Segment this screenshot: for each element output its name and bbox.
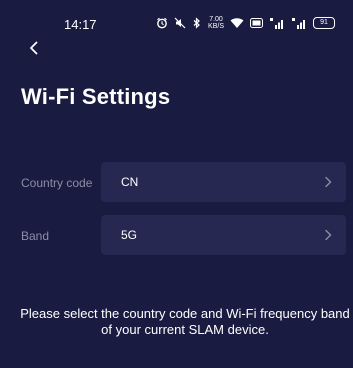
page-title: Wi-Fi Settings xyxy=(21,84,171,109)
country-code-value: CN xyxy=(121,175,139,189)
alarm-icon xyxy=(156,17,168,29)
hint-text: Please select the country code and Wi-Fi… xyxy=(20,306,350,337)
band-value: 5G xyxy=(121,228,138,242)
wifi-icon xyxy=(230,17,244,29)
network-speed: 7.00 KB/S xyxy=(208,16,224,30)
chevron-right-icon xyxy=(325,229,332,241)
band-label: Band xyxy=(21,229,50,243)
status-bar: 14:17 7.00 KB/S 91 xyxy=(0,0,353,38)
battery-indicator: 91 xyxy=(313,17,335,29)
signal-icon-2 xyxy=(291,17,307,29)
status-icons: 7.00 KB/S 91 xyxy=(156,15,335,31)
back-button[interactable] xyxy=(26,40,42,56)
speed-unit: KB/S xyxy=(208,23,224,30)
mute-icon xyxy=(174,17,186,29)
signal-icon-1 xyxy=(269,17,285,29)
bluetooth-icon xyxy=(192,17,202,29)
band-selector[interactable]: 5G xyxy=(101,215,346,255)
speed-value: 7.00 xyxy=(209,16,223,23)
chevron-left-icon xyxy=(30,41,38,55)
hd-icon xyxy=(250,18,263,28)
status-time: 14:17 xyxy=(64,17,97,32)
chevron-right-icon xyxy=(325,176,332,188)
country-code-label: Country code xyxy=(21,176,93,190)
country-code-selector[interactable]: CN xyxy=(101,162,346,202)
